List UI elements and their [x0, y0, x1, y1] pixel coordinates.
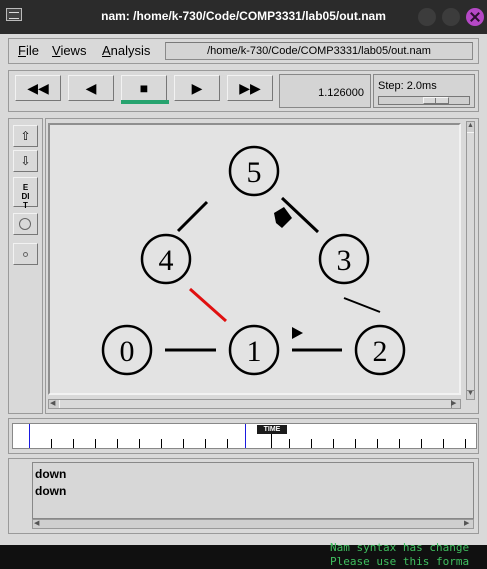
maximize-button[interactable]	[442, 8, 460, 26]
node-label: 0	[120, 335, 135, 368]
edit-mode-button[interactable]: EDIT	[13, 177, 38, 210]
zoom-out-icon[interactable]: ⇩	[13, 150, 38, 172]
timeline-tick	[73, 439, 74, 448]
timeline-tick	[443, 439, 444, 448]
minimize-button[interactable]	[418, 8, 436, 26]
node-label: 1	[247, 335, 262, 368]
circle-tool-icon[interactable]	[13, 213, 38, 235]
timeline-tick	[421, 439, 422, 448]
play-forward-button[interactable]: ▶	[174, 75, 220, 101]
step-control: Step: 2.0ms	[373, 74, 475, 108]
timeline-tick	[95, 439, 96, 448]
time-cursor-stem	[271, 434, 272, 448]
packet	[274, 207, 292, 228]
scroll-down-icon[interactable]: ▼	[467, 390, 474, 398]
node-label: 5	[247, 156, 262, 189]
timeline-tick	[51, 439, 52, 448]
annotation-log: down down	[32, 462, 474, 519]
scroll-left-icon[interactable]: ◀	[50, 400, 55, 408]
window-title: nam: /home/k-730/Code/COMP3331/lab05/out…	[101, 9, 386, 23]
play-backward-button[interactable]: ◀	[68, 75, 114, 101]
timeline-tick	[311, 439, 312, 448]
horizontal-scroll-thumb[interactable]	[59, 400, 452, 408]
terminal-line: Please use this forma	[330, 555, 470, 568]
rewind-button[interactable]: ◀◀	[15, 75, 61, 101]
timeline-tick	[183, 439, 184, 448]
menu-views-label: iews	[60, 43, 87, 58]
timeline-tick	[465, 439, 466, 448]
step-slider[interactable]	[378, 96, 470, 105]
link-3-2	[343, 297, 381, 313]
node-label: 2	[373, 335, 388, 368]
background-terminal: Nam syntax has change Please use this for…	[330, 541, 469, 569]
menu-views[interactable]: Views	[52, 43, 86, 58]
menu-analysis[interactable]: Analysis	[102, 43, 150, 58]
playback-controls: ◀◀ ◀ ■ ▶ ▶▶ 1.126000 Step: 2.0ms	[8, 70, 479, 112]
current-time: 1.126000	[279, 74, 371, 108]
trace-filename: /home/k-730/Code/COMP3331/lab05/out.nam	[165, 42, 473, 60]
time-cursor[interactable]: TIME	[257, 425, 287, 434]
active-indicator	[121, 100, 169, 104]
vertical-scroll-thumb[interactable]	[467, 132, 474, 391]
step-label: Step: 2.0ms	[378, 80, 437, 92]
timeline-tick	[399, 439, 400, 448]
log-line: down	[35, 467, 67, 481]
close-button[interactable]	[466, 8, 484, 26]
stop-button[interactable]: ■	[121, 75, 167, 101]
log-line: down	[35, 484, 67, 498]
zoom-in-icon[interactable]: ⇧	[13, 125, 38, 147]
timeline-tick	[139, 439, 140, 448]
canvas-vertical-scrollbar[interactable]: ▲ ▼	[466, 121, 475, 400]
menu-bar: File Views Analysis /home/k-730/Code/COM…	[8, 38, 479, 64]
timeline-tick	[289, 439, 290, 448]
menu-file-label: ile	[25, 43, 39, 58]
timeline-tick	[205, 439, 206, 448]
link-5-4	[176, 200, 209, 233]
node-label: 3	[337, 244, 352, 277]
nam-window: nam: /home/k-730/Code/COMP3331/lab05/out…	[0, 0, 487, 545]
menu-file[interactable]: File	[18, 43, 39, 58]
edit-toolbar: ⇧ ⇩ EDIT	[8, 118, 43, 414]
packets	[274, 207, 303, 339]
scroll-left-icon[interactable]: ◀	[34, 520, 39, 528]
menu-analysis-label: nalysis	[110, 43, 151, 58]
timeline-tick	[355, 439, 356, 448]
annotation-horizontal-scrollbar[interactable]: ◀ ▶	[32, 519, 474, 529]
edit-label: EDIT	[21, 183, 30, 210]
menu-analysis-mnemonic: A	[102, 43, 111, 58]
scroll-right-icon[interactable]: ▶	[451, 400, 456, 408]
timeline-slider[interactable]: TIME	[12, 423, 477, 449]
timeline-start-marker	[29, 424, 30, 448]
node-label: 4	[159, 244, 174, 277]
link-4-1-down	[189, 287, 227, 323]
menu-file-mnemonic: F	[18, 43, 26, 58]
timeline-tick	[117, 439, 118, 448]
network-canvas[interactable]: 5 4 3 0 1 2	[48, 123, 461, 395]
dot-tool-icon[interactable]	[13, 243, 38, 265]
terminal-line: Nam syntax has change	[330, 541, 470, 554]
timeline-marker	[245, 424, 246, 448]
timeline-tick	[377, 439, 378, 448]
network-graph: 5 4 3 0 1 2	[101, 145, 406, 376]
scroll-up-icon[interactable]: ▲	[467, 122, 474, 130]
step-slider-thumb[interactable]	[423, 97, 449, 104]
fast-forward-button[interactable]: ▶▶	[227, 75, 273, 101]
packet	[292, 327, 303, 339]
timeline-tick	[333, 439, 334, 448]
canvas-horizontal-scrollbar[interactable]: ◀ ▶	[48, 399, 461, 409]
title-bar: nam: /home/k-730/Code/COMP3331/lab05/out…	[0, 0, 487, 34]
nodes: 5 4 3 0 1 2	[101, 145, 406, 376]
scroll-right-icon[interactable]: ▶	[464, 520, 469, 528]
timeline-tick	[161, 439, 162, 448]
timeline-tick	[227, 439, 228, 448]
